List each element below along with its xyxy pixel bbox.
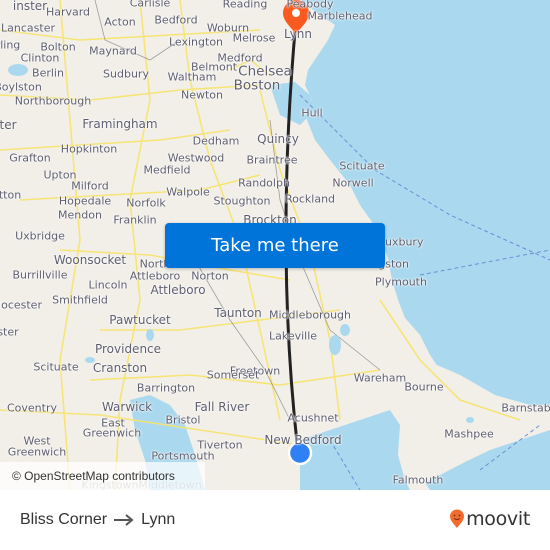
place-label: Hull <box>301 106 323 120</box>
place-label: rling <box>0 38 21 52</box>
place-label: Middleborough <box>269 308 351 322</box>
place-label: Portsmouth <box>151 449 215 463</box>
place-label: Mashpee <box>444 427 494 441</box>
place-label: Attleboro <box>129 269 181 283</box>
place-label: Waltham <box>167 70 217 84</box>
place-label: Berlin <box>32 66 64 80</box>
place-label: Grafton <box>9 151 51 165</box>
place-label: Randolph <box>238 176 290 190</box>
place-label: Attleboro <box>150 283 206 297</box>
place-label: Westwood <box>167 151 225 165</box>
place-label: tton <box>0 188 22 202</box>
place-label: locester <box>0 298 42 312</box>
place-label: Lexington <box>168 35 224 49</box>
place-label: Framingham <box>82 117 158 131</box>
place-label: Boylston <box>0 80 42 94</box>
place-label: Barrington <box>136 381 196 395</box>
moovit-pin-icon <box>449 509 465 529</box>
place-label: Walpole <box>166 185 210 199</box>
place-label: Coventry <box>6 401 58 415</box>
origin-name: Bliss Corner <box>20 511 108 528</box>
place-label: Warwick <box>101 400 153 414</box>
place-label: Uxbridge <box>15 229 65 243</box>
place-label: Burrillville <box>12 268 68 282</box>
place-label: Melrose <box>232 31 276 45</box>
place-label: Carlisle <box>129 0 171 10</box>
place-label: Northborough <box>14 94 92 108</box>
place-label: Somerset <box>206 368 260 382</box>
map[interactable]: inster Carlisle Reading Peabody Marblehead Ha… <box>0 0 550 490</box>
place-label: Medfield <box>143 163 191 177</box>
place-label: inster <box>12 0 48 13</box>
place-label: Boston <box>233 77 281 94</box>
place-label: Lynn <box>284 27 312 41</box>
place-label: ster <box>0 325 19 339</box>
place-label: Lancaster <box>1 21 55 35</box>
footer: Bliss Corner Lynn moovit <box>0 490 550 550</box>
moovit-logo[interactable]: moovit <box>449 508 530 530</box>
place-label: Franklin <box>113 213 157 227</box>
place-label: Hopedale <box>58 194 112 208</box>
place-label: New Bedford <box>264 433 342 447</box>
arrow-right-icon <box>113 514 135 526</box>
place-label: Providence <box>94 342 162 356</box>
place-label: Lincoln <box>88 278 128 292</box>
place-label: Mendon <box>58 208 102 222</box>
place-label: Norwell <box>332 176 374 190</box>
destination-name: Lynn <box>141 511 176 528</box>
place-label: Maynard <box>89 44 137 58</box>
place-label: Acushnet <box>287 411 339 425</box>
place-label: Falmouth <box>392 473 444 487</box>
place-label: Bedford <box>154 13 198 27</box>
place-label: Lakeville <box>268 329 318 343</box>
place-label: Taunton <box>214 306 262 320</box>
brand-name: moovit <box>466 508 530 530</box>
place-label: Pawtucket <box>109 313 171 327</box>
place-label: Barnstab <box>501 401 550 415</box>
place-label: Dedham <box>192 134 240 148</box>
place-label: Norton <box>191 269 229 283</box>
place-label: Plymouth <box>375 275 427 289</box>
place-label: Sudbury <box>103 67 149 81</box>
route-summary: Bliss Corner Lynn <box>20 510 175 530</box>
place-label: Cranston <box>92 361 148 375</box>
place-label: Wareham <box>353 371 407 385</box>
place-label: Clinton <box>20 51 60 65</box>
place-label: Greenwich <box>82 426 142 440</box>
place-label: Norfolk <box>126 196 166 210</box>
place-label: Acton <box>104 15 136 29</box>
take-me-there-button[interactable]: Take me there <box>165 223 385 268</box>
place-label: Rockland <box>284 192 336 206</box>
place-label: Smithfield <box>52 293 108 307</box>
place-label: Scituate <box>33 360 79 374</box>
place-label: Harvard <box>45 5 91 19</box>
place-label: Braintree <box>246 153 298 167</box>
place-label: Bourne <box>404 380 444 394</box>
place-label: Scituate <box>339 159 385 173</box>
place-label: Stoughton <box>213 194 271 208</box>
place-label: Quincy <box>257 132 299 146</box>
place-label: Bristol <box>165 413 201 427</box>
map-attribution[interactable]: © OpenStreetMap contributors <box>0 462 205 490</box>
place-label: Newton <box>180 88 224 102</box>
place-label: Milford <box>71 179 109 193</box>
place-label: Greenwich <box>7 445 67 459</box>
place-label: Reading <box>222 0 268 11</box>
place-label: Marblehead <box>307 9 373 23</box>
place-label: ter <box>0 118 17 132</box>
place-label: Hopkinton <box>60 142 118 156</box>
place-label: Peabody <box>286 0 334 11</box>
place-label: Woonsocket <box>53 253 127 267</box>
place-label: Fall River <box>194 400 250 414</box>
